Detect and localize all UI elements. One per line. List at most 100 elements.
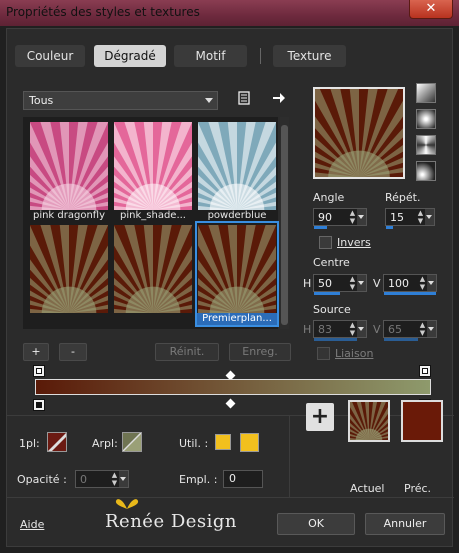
dialog-body: Couleur Dégradé Motif Texture Tous pink … — [6, 28, 454, 547]
util-label: Util. : — [179, 437, 209, 450]
tab-degrade[interactable]: Dégradé — [94, 45, 166, 67]
gallery-scrollbar[interactable] — [280, 117, 289, 329]
source-h-spinner[interactable]: 83 ▲ ▼ — [313, 320, 367, 341]
gradient-thumb[interactable] — [29, 223, 109, 325]
close-icon[interactable]: ✕ — [409, 0, 453, 19]
angle-value: 90 — [318, 211, 332, 224]
spin-arrows-icon[interactable]: ▲ ▼ — [110, 471, 119, 487]
chevron-down-icon[interactable] — [357, 209, 366, 225]
help-link[interactable]: Aide — [20, 518, 44, 531]
previous-label: Préc. — [404, 482, 432, 495]
divider — [7, 497, 454, 498]
cancel-button[interactable]: Annuler — [365, 513, 445, 535]
source-v-spinner[interactable]: 65 ▲ ▼ — [383, 320, 437, 341]
reset-button[interactable]: Réinit. — [155, 343, 219, 361]
gradient-thumb[interactable] — [113, 223, 193, 325]
chevron-down-icon[interactable] — [357, 275, 366, 291]
gradient-thumb[interactable]: pink_shade... — [113, 120, 193, 222]
link-checkbox[interactable] — [317, 347, 330, 360]
gradient-swatch — [30, 122, 108, 210]
util-swatch[interactable] — [215, 434, 231, 450]
fg-swatch-graphic — [48, 433, 66, 451]
arrow-right-icon[interactable] — [270, 91, 288, 109]
brand-text: Renée Design — [105, 511, 238, 532]
source-v-label: V — [373, 323, 381, 336]
chevron-down-icon[interactable] — [427, 275, 436, 291]
category-value: Tous — [29, 94, 54, 107]
gradient-caption: pink_shade... — [120, 210, 186, 221]
location-label: Empl. : — [179, 473, 218, 486]
spin-arrows-icon[interactable]: ▲ ▼ — [348, 275, 357, 291]
spin-arrows-icon[interactable]: ▲ ▼ — [418, 275, 427, 291]
source-h-label: H — [303, 323, 312, 336]
chevron-down-icon[interactable] — [119, 471, 128, 487]
center-h-value: 50 — [318, 277, 332, 290]
invert-checkbox[interactable] — [319, 236, 332, 249]
source-h-level-bar — [314, 338, 358, 341]
gradient-caption: Premierplan... — [197, 313, 277, 325]
gradient-thumb[interactable]: pink dragonfly — [29, 120, 109, 222]
midpoint-marker-bottom[interactable] — [225, 398, 236, 409]
background-swatch[interactable] — [122, 432, 142, 452]
linear-gradient-icon[interactable] — [416, 83, 436, 103]
gradient-swatch — [198, 122, 276, 210]
source-v-level-bar — [384, 338, 418, 341]
center-h-spinner[interactable]: 50 ▲ ▼ — [313, 274, 367, 295]
util-swatch[interactable] — [240, 433, 259, 452]
angle-level-bar — [314, 226, 327, 229]
center-v-level-bar — [384, 292, 436, 295]
gradient-stop-top-right[interactable] — [419, 365, 431, 377]
butterfly-icon — [115, 499, 139, 509]
save-button[interactable]: Enreg. — [229, 343, 291, 361]
gradient-swatch — [114, 122, 192, 210]
tab-couleur[interactable]: Couleur — [15, 45, 85, 67]
sunburst-gradient-icon[interactable] — [416, 135, 436, 155]
remove-gradient-button[interactable]: - — [59, 343, 87, 361]
opacity-value: 0 — [80, 473, 87, 486]
angle-spinner[interactable]: 90 ▲ ▼ — [313, 208, 367, 229]
radial-gradient-icon[interactable] — [416, 161, 436, 181]
current-swatch[interactable] — [348, 400, 390, 442]
fg-label: 1pl: — [19, 437, 40, 450]
spin-arrows-icon[interactable]: ▲ ▼ — [348, 209, 357, 225]
previous-swatch[interactable] — [401, 400, 443, 442]
rectangular-gradient-icon[interactable] — [416, 109, 436, 129]
add-gradient-button[interactable]: + — [23, 343, 49, 361]
gradient-bar[interactable] — [35, 379, 431, 395]
spin-arrows-icon[interactable]: ▲ ▼ — [348, 321, 357, 337]
opacity-spinner[interactable]: 0 ▲ ▼ — [75, 470, 129, 488]
center-v-value: 100 — [388, 277, 409, 290]
gradient-thumb-selected[interactable]: Premierplan... — [195, 221, 279, 327]
center-v-spinner[interactable]: 100 ▲ ▼ — [383, 274, 437, 295]
ok-button[interactable]: OK — [277, 513, 355, 535]
chevron-down-icon[interactable] — [425, 209, 434, 225]
brand-watermark: Renée Design — [105, 499, 238, 532]
gradient-caption: pink dragonfly — [32, 210, 106, 221]
gradient-swatch — [30, 225, 108, 313]
scrollbar-thumb[interactable] — [281, 125, 288, 325]
current-label: Actuel — [350, 482, 385, 495]
gradient-thumb[interactable]: powderblue — [197, 120, 277, 222]
plus-icon[interactable]: + — [306, 403, 334, 431]
center-v-label: V — [373, 277, 381, 290]
gradient-stop-top-left[interactable] — [33, 365, 45, 377]
repeat-label: Répét. — [385, 191, 421, 204]
chevron-down-icon[interactable] — [427, 321, 436, 337]
tab-motif[interactable]: Motif — [174, 45, 247, 67]
chevron-down-icon[interactable] — [357, 321, 366, 337]
repeat-spinner[interactable]: 15 ▲ ▼ — [385, 208, 435, 229]
category-dropdown[interactable]: Tous — [23, 91, 218, 110]
center-label: Centre — [313, 256, 350, 269]
gradient-stop-bottom-left[interactable] — [33, 399, 45, 411]
foreground-swatch[interactable] — [47, 432, 67, 452]
tab-texture[interactable]: Texture — [273, 45, 346, 67]
list-view-icon[interactable] — [235, 91, 253, 109]
location-field[interactable]: 0 — [223, 470, 263, 488]
chevron-down-icon — [205, 98, 213, 103]
spin-arrows-icon[interactable]: ▲ ▼ — [416, 209, 425, 225]
opacity-label: Opacité : — [17, 473, 67, 486]
source-v-value: 65 — [388, 323, 402, 336]
window-title: Propriétés des styles et textures — [6, 5, 200, 19]
spin-arrows-icon[interactable]: ▲ ▼ — [418, 321, 427, 337]
gradient-caption — [29, 313, 109, 325]
